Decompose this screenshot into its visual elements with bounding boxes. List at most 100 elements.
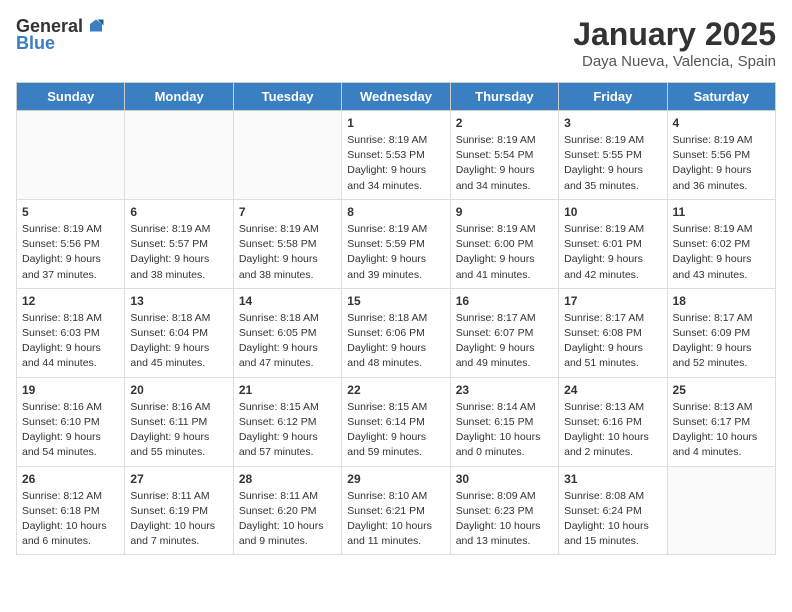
day-content: Sunrise: 8:19 AM Sunset: 5:58 PM Dayligh… xyxy=(239,222,336,283)
day-number: 5 xyxy=(22,205,119,219)
calendar-cell: 16 Sunrise: 8:17 AM Sunset: 6:07 PM Dayli… xyxy=(450,288,558,377)
day-number: 19 xyxy=(22,383,119,397)
page-header: General Blue January 2025 Daya Nueva, Va… xyxy=(16,16,776,70)
calendar-cell: 6Sunrise: 8:19 AM Sunset: 5:57 PM Daylig… xyxy=(125,199,233,288)
day-number: 23 xyxy=(456,383,553,397)
calendar-cell: 26Sunrise: 8:12 AM Sunset: 6:18 PM Dayli… xyxy=(17,466,125,555)
day-number: 30 xyxy=(456,472,553,486)
day-content: Sunrise: 8:11 AM Sunset: 6:20 PM Dayligh… xyxy=(239,489,336,550)
day-number: 28 xyxy=(239,472,336,486)
day-number: 15 xyxy=(347,294,444,308)
day-number: 8 xyxy=(347,205,444,219)
weekday-header-friday: Friday xyxy=(559,83,667,111)
day-content: Sunrise: 8:18 AM Sunset: 6:05 PM Dayligh… xyxy=(239,311,336,372)
day-content: Sunrise: 8:09 AM Sunset: 6:23 PM Dayligh… xyxy=(456,489,553,550)
day-number: 9 xyxy=(456,205,553,219)
calendar-cell: 3Sunrise: 8:19 AM Sunset: 5:55 PM Daylig… xyxy=(559,111,667,200)
calendar-cell: 22 Sunrise: 8:15 AM Sunset: 6:14 PM Dayli… xyxy=(342,377,450,466)
calendar-cell: 25 Sunrise: 8:13 AM Sunset: 6:17 PM Dayli… xyxy=(667,377,775,466)
weekday-header-monday: Monday xyxy=(125,83,233,111)
day-number: 16 xyxy=(456,294,553,308)
logo-blue: Blue xyxy=(16,33,55,54)
calendar-week-4: 19 Sunrise: 8:16 AM Sunset: 6:10 PM Dayli… xyxy=(17,377,776,466)
day-content: Sunrise: 8:15 AM Sunset: 6:14 PM Dayligh… xyxy=(347,400,444,461)
day-number: 21 xyxy=(239,383,336,397)
calendar-cell: 17Sunrise: 8:17 AM Sunset: 6:08 PM Dayli… xyxy=(559,288,667,377)
day-number: 14 xyxy=(239,294,336,308)
calendar-cell: 4Sunrise: 8:19 AM Sunset: 5:56 PM Daylig… xyxy=(667,111,775,200)
calendar-cell: 19 Sunrise: 8:16 AM Sunset: 6:10 PM Dayli… xyxy=(17,377,125,466)
day-content: Sunrise: 8:18 AM Sunset: 6:06 PM Dayligh… xyxy=(347,311,444,372)
calendar-cell: 13 Sunrise: 8:18 AM Sunset: 6:04 PM Dayli… xyxy=(125,288,233,377)
calendar-cell: 7 Sunrise: 8:19 AM Sunset: 5:58 PM Daylig… xyxy=(233,199,341,288)
calendar-cell: 11 Sunrise: 8:19 AM Sunset: 6:02 PM Dayli… xyxy=(667,199,775,288)
day-content: Sunrise: 8:16 AM Sunset: 6:10 PM Dayligh… xyxy=(22,400,119,461)
weekday-header-tuesday: Tuesday xyxy=(233,83,341,111)
day-number: 2 xyxy=(456,116,553,130)
day-content: Sunrise: 8:13 AM Sunset: 6:16 PM Dayligh… xyxy=(564,400,661,461)
day-content: Sunrise: 8:12 AM Sunset: 6:18 PM Dayligh… xyxy=(22,489,119,550)
weekday-header-row: SundayMondayTuesdayWednesdayThursdayFrid… xyxy=(17,83,776,111)
day-content: Sunrise: 8:10 AM Sunset: 6:21 PM Dayligh… xyxy=(347,489,444,550)
calendar-cell xyxy=(17,111,125,200)
calendar-cell: 18 Sunrise: 8:17 AM Sunset: 6:09 PM Dayli… xyxy=(667,288,775,377)
calendar-cell: 21 Sunrise: 8:15 AM Sunset: 6:12 PM Dayli… xyxy=(233,377,341,466)
day-number: 12 xyxy=(22,294,119,308)
calendar-table: SundayMondayTuesdayWednesdayThursdayFrid… xyxy=(16,82,776,555)
logo: General Blue xyxy=(16,16,105,54)
title-block: January 2025 Daya Nueva, Valencia, Spain xyxy=(573,16,776,70)
calendar-cell: 9Sunrise: 8:19 AM Sunset: 6:00 PM Daylig… xyxy=(450,199,558,288)
calendar-cell: 10Sunrise: 8:19 AM Sunset: 6:01 PM Dayli… xyxy=(559,199,667,288)
calendar-cell: 20Sunrise: 8:16 AM Sunset: 6:11 PM Dayli… xyxy=(125,377,233,466)
day-number: 17 xyxy=(564,294,661,308)
day-content: Sunrise: 8:18 AM Sunset: 6:04 PM Dayligh… xyxy=(130,311,227,372)
day-number: 3 xyxy=(564,116,661,130)
calendar-cell: 31Sunrise: 8:08 AM Sunset: 6:24 PM Dayli… xyxy=(559,466,667,555)
calendar-cell xyxy=(667,466,775,555)
day-number: 20 xyxy=(130,383,227,397)
day-content: Sunrise: 8:19 AM Sunset: 5:57 PM Dayligh… xyxy=(130,222,227,283)
calendar-cell: 2Sunrise: 8:19 AM Sunset: 5:54 PM Daylig… xyxy=(450,111,558,200)
day-content: Sunrise: 8:19 AM Sunset: 5:53 PM Dayligh… xyxy=(347,133,444,194)
logo-icon xyxy=(87,18,105,36)
location-subtitle: Daya Nueva, Valencia, Spain xyxy=(573,53,776,70)
day-content: Sunrise: 8:15 AM Sunset: 6:12 PM Dayligh… xyxy=(239,400,336,461)
day-number: 13 xyxy=(130,294,227,308)
day-content: Sunrise: 8:19 AM Sunset: 5:56 PM Dayligh… xyxy=(673,133,770,194)
calendar-cell: 27Sunrise: 8:11 AM Sunset: 6:19 PM Dayli… xyxy=(125,466,233,555)
day-content: Sunrise: 8:13 AM Sunset: 6:17 PM Dayligh… xyxy=(673,400,770,461)
calendar-cell: 29 Sunrise: 8:10 AM Sunset: 6:21 PM Dayli… xyxy=(342,466,450,555)
day-number: 18 xyxy=(673,294,770,308)
calendar-week-2: 5Sunrise: 8:19 AM Sunset: 5:56 PM Daylig… xyxy=(17,199,776,288)
day-number: 24 xyxy=(564,383,661,397)
month-title: January 2025 xyxy=(573,16,776,53)
weekday-header-saturday: Saturday xyxy=(667,83,775,111)
day-number: 22 xyxy=(347,383,444,397)
day-content: Sunrise: 8:14 AM Sunset: 6:15 PM Dayligh… xyxy=(456,400,553,461)
day-content: Sunrise: 8:17 AM Sunset: 6:09 PM Dayligh… xyxy=(673,311,770,372)
calendar-cell: 1 Sunrise: 8:19 AM Sunset: 5:53 PM Daylig… xyxy=(342,111,450,200)
day-number: 11 xyxy=(673,205,770,219)
calendar-cell: 24 Sunrise: 8:13 AM Sunset: 6:16 PM Dayli… xyxy=(559,377,667,466)
day-content: Sunrise: 8:19 AM Sunset: 6:02 PM Dayligh… xyxy=(673,222,770,283)
day-number: 10 xyxy=(564,205,661,219)
calendar-cell: 5Sunrise: 8:19 AM Sunset: 5:56 PM Daylig… xyxy=(17,199,125,288)
calendar-cell: 14 Sunrise: 8:18 AM Sunset: 6:05 PM Dayli… xyxy=(233,288,341,377)
day-content: Sunrise: 8:08 AM Sunset: 6:24 PM Dayligh… xyxy=(564,489,661,550)
calendar-week-1: 1 Sunrise: 8:19 AM Sunset: 5:53 PM Daylig… xyxy=(17,111,776,200)
calendar-week-5: 26Sunrise: 8:12 AM Sunset: 6:18 PM Dayli… xyxy=(17,466,776,555)
day-number: 1 xyxy=(347,116,444,130)
day-content: Sunrise: 8:19 AM Sunset: 5:59 PM Dayligh… xyxy=(347,222,444,283)
calendar-cell: 12Sunrise: 8:18 AM Sunset: 6:03 PM Dayli… xyxy=(17,288,125,377)
day-content: Sunrise: 8:17 AM Sunset: 6:07 PM Dayligh… xyxy=(456,311,553,372)
day-number: 25 xyxy=(673,383,770,397)
day-number: 27 xyxy=(130,472,227,486)
calendar-cell: 23 Sunrise: 8:14 AM Sunset: 6:15 PM Dayli… xyxy=(450,377,558,466)
calendar-cell: 28 Sunrise: 8:11 AM Sunset: 6:20 PM Dayli… xyxy=(233,466,341,555)
day-number: 29 xyxy=(347,472,444,486)
calendar-cell: 15 Sunrise: 8:18 AM Sunset: 6:06 PM Dayli… xyxy=(342,288,450,377)
calendar-cell xyxy=(233,111,341,200)
calendar-cell xyxy=(125,111,233,200)
weekday-header-wednesday: Wednesday xyxy=(342,83,450,111)
day-number: 7 xyxy=(239,205,336,219)
